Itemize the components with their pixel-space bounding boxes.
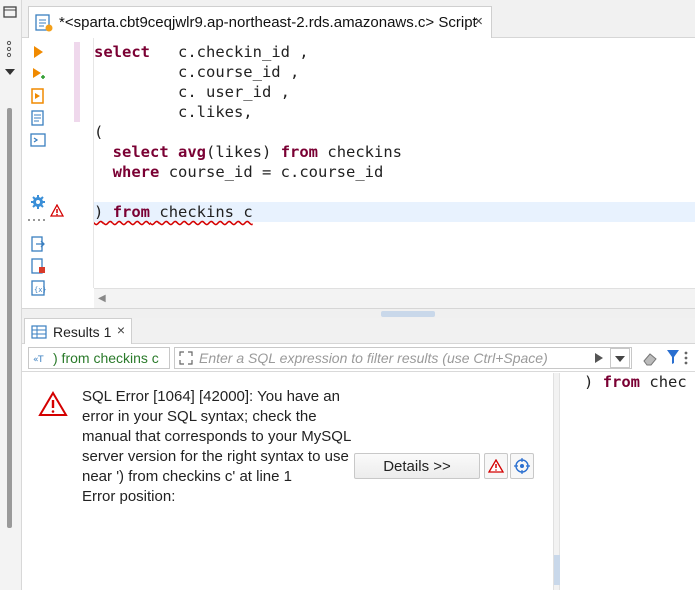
more-options-icon[interactable] [682,350,690,366]
close-results-tab-icon[interactable]: × [117,322,125,338]
sql-script-icon [35,13,53,31]
query-text-chip[interactable]: «T ) from checkins c [28,347,170,369]
filter-row: «T ) from checkins c Enter a SQL express… [22,344,695,372]
explain-plan-icon[interactable] [30,110,46,126]
results-tab-label: Results 1 [53,323,112,340]
export-icon[interactable] [30,236,46,252]
results-tab[interactable]: Results 1 × [24,318,132,344]
svg-text:{x}: {x} [34,286,46,294]
code-text: c. user_id , [94,83,290,101]
change-marker [74,42,80,122]
terminal-icon[interactable] [30,132,46,148]
code-text: checkins c [159,203,253,221]
code-text: c.checkin_id , [150,43,309,61]
format-sql-icon[interactable]: {x} [30,280,46,296]
code-text: c.course_id , [94,63,300,81]
more-dots-icon[interactable] [5,40,13,58]
code-line-4: c.likes, [94,102,253,122]
results-tab-bar: Results 1 × [22,318,695,344]
error-position-text: Error position: [82,488,176,505]
code-text: course_id = c.course_id [168,163,384,181]
search-error-button[interactable] [510,453,534,479]
editor-tab-bar: *<sparta.cbt9ceqjwlr9.ap-northeast-2.rds… [22,0,695,38]
keyword: from [602,373,641,391]
results-side-panel: ) from chec [554,373,695,590]
code-text: ( [94,123,104,141]
keyword: where [112,163,160,181]
execute-script-icon[interactable] [30,88,46,104]
code-text: checkins [327,143,403,161]
results-grid-icon [31,324,47,339]
line-gutter [50,38,94,288]
code-text: (likes) [206,143,272,161]
code-line-2: c.course_id , [94,62,299,82]
code-line-6: select avg(likes) from checkins [94,142,402,162]
code-text: chec [649,373,687,391]
editor-toolbar: {x} [22,38,62,310]
dropdown-arrow-icon[interactable] [5,68,15,76]
scroll-left-icon[interactable]: ◀ [98,293,106,304]
svg-text:«T: «T [33,355,44,364]
chevron-down-icon [615,356,625,362]
error-panel: SQL Error [1064] [42000]: You have an er… [24,373,554,590]
warning-icon [488,459,504,473]
error-message-text: SQL Error [1064] [42000]: You have an er… [82,388,351,485]
close-tab-icon[interactable]: × [474,13,483,30]
execute-new-tab-icon[interactable] [30,66,46,82]
keyword: from [112,203,151,221]
code-line-3: c. user_id , [94,82,290,102]
keyword: select [112,143,169,161]
eraser-icon[interactable] [642,350,658,366]
window-icon[interactable] [3,6,17,18]
editor-horizontal-scrollbar[interactable]: ◀ [94,288,695,308]
filter-icon[interactable] [666,349,680,365]
code-text: ) [94,203,104,221]
keyword: avg [178,143,207,161]
new-script-icon[interactable] [30,258,46,274]
error-log-button[interactable] [484,453,508,479]
panel-splitter[interactable] [22,308,695,318]
left-dock-strip [0,0,22,590]
gear-icon[interactable] [30,194,46,210]
editor-tab-title: *<sparta.cbt9ceqjwlr9.ap-northeast-2.rds… [59,14,477,31]
filter-placeholder: Enter a SQL expression to filter results… [199,350,548,366]
details-button[interactable]: Details >> [354,453,480,479]
keyword: select [94,43,150,61]
sql-code-editor[interactable]: select c.checkin_id , c.course_id , c. u… [94,38,695,288]
query-chip-text: ) from checkins c [53,350,159,366]
more-dots-icon[interactable] [26,218,50,222]
code-line-current: ) from checkins c [94,202,695,222]
sql-text-icon: «T [33,355,44,364]
editor-tab[interactable]: *<sparta.cbt9ceqjwlr9.ap-northeast-2.rds… [28,6,492,38]
apply-filter-icon[interactable] [594,352,604,364]
query-preview: ) from chec [584,373,687,391]
filter-history-dropdown[interactable] [610,348,630,368]
code-line-1: select c.checkin_id , [94,42,309,62]
splitter-grip[interactable] [381,311,435,317]
code-text: ) [584,373,594,391]
scrollbar-thumb[interactable] [554,555,560,585]
left-scrollbar[interactable] [7,108,12,528]
code-line-7: where course_id = c.course_id [94,162,384,182]
code-text: c.likes, [94,103,253,121]
keyword: from [280,143,319,161]
error-warning-icon [38,391,68,416]
execute-statement-icon[interactable] [30,44,46,60]
expand-icon[interactable] [179,351,193,365]
warning-icon [50,204,64,217]
crosshair-icon [514,458,530,474]
filter-input[interactable]: Enter a SQL expression to filter results… [174,347,632,369]
code-line-5: ( [94,122,103,142]
error-message: SQL Error [1064] [42000]: You have an er… [82,387,354,507]
